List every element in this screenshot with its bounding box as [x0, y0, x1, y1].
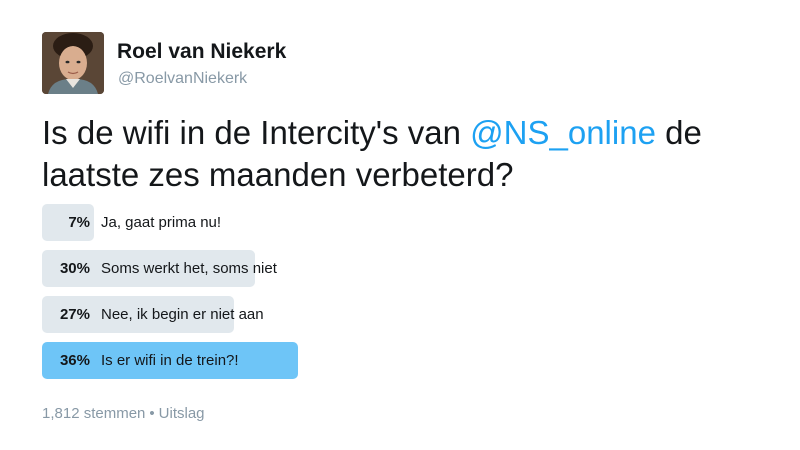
- poll-percent: 7%: [68, 214, 90, 231]
- avatar-image: [42, 32, 104, 94]
- poll-option-label: Nee, ik begin er niet aan: [101, 306, 264, 323]
- poll-percent: 36%: [59, 352, 90, 369]
- poll-option[interactable]: 27% Nee, ik begin er niet aan: [42, 296, 762, 333]
- poll-percent: 30%: [59, 260, 90, 277]
- poll-option-label: Is er wifi in de trein?!: [101, 352, 239, 369]
- poll-option-label: Soms werkt het, soms niet: [101, 260, 277, 277]
- poll-option[interactable]: 30% Soms werkt het, soms niet: [42, 250, 762, 287]
- poll-option[interactable]: 7% Ja, gaat prima nu!: [42, 204, 762, 241]
- mention-link[interactable]: @NS_online: [470, 114, 656, 151]
- poll-option-label: Ja, gaat prima nu!: [101, 214, 222, 231]
- poll-percent: 27%: [59, 306, 90, 323]
- poll-status: Uitslag: [158, 405, 205, 422]
- poll-option[interactable]: 36% Is er wifi in de trein?!: [42, 342, 762, 379]
- poll: 7% Ja, gaat prima nu! 30% Soms werkt het…: [42, 204, 762, 388]
- tweet-text: Is de wifi in de Intercity's van @NS_onl…: [42, 112, 782, 196]
- tweet-card: Roel van Niekerk @RoelvanNiekerk Is de w…: [0, 0, 800, 450]
- author-name[interactable]: Roel van Niekerk: [117, 40, 286, 64]
- footer-separator: •: [149, 405, 155, 422]
- vote-count: 1,812 stemmen: [42, 405, 146, 422]
- poll-footer: 1,812 stemmen • Uitslag: [42, 405, 205, 422]
- avatar[interactable]: [42, 32, 104, 94]
- author-handle[interactable]: @RoelvanNiekerk: [118, 70, 247, 88]
- tweet-text-before: Is de wifi in de Intercity's van: [42, 114, 471, 151]
